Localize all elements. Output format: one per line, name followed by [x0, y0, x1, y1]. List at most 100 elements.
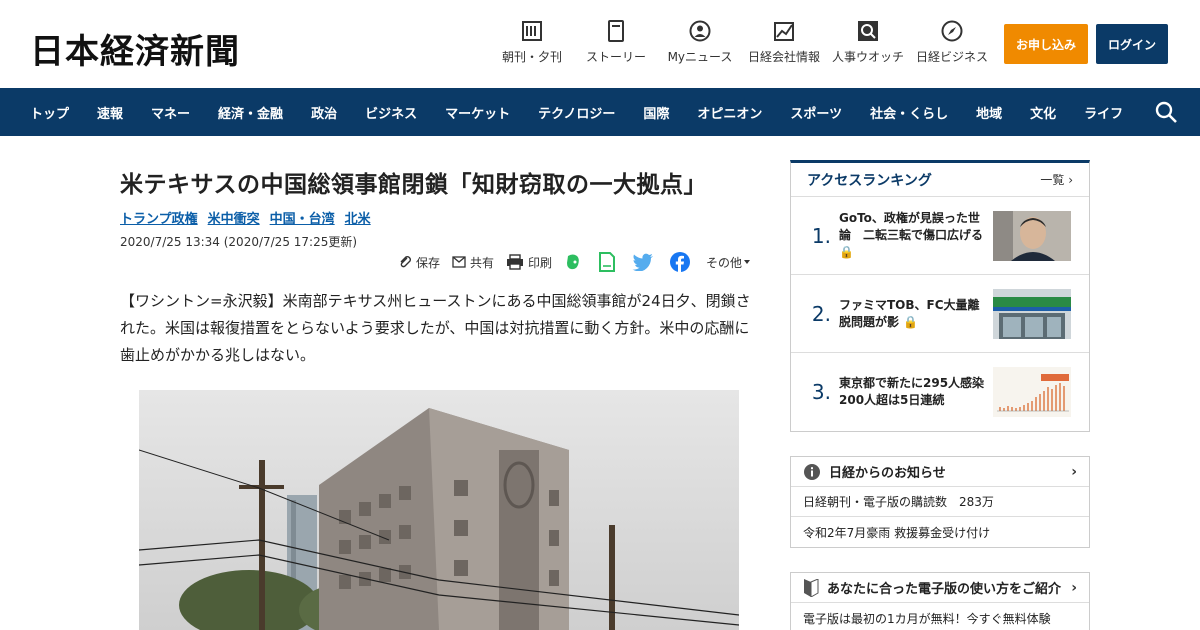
print-label: 印刷: [527, 255, 552, 270]
ranking-title: アクセスランキング: [807, 172, 932, 189]
share-label: 共有: [469, 255, 494, 270]
tag-link[interactable]: トランプ政権: [120, 212, 198, 227]
notice-header[interactable]: 日経からのお知らせ ›: [791, 457, 1089, 487]
header-links: 朝刊・夕刊 ストーリー Myニュース 日経会社情報 人事ウオッチ 日経ビジネス: [490, 20, 994, 65]
facebook-button[interactable]: [669, 252, 694, 272]
lock-icon: 🔒: [839, 245, 854, 259]
site-header: 日本経済新聞 朝刊・夕刊 ストーリー Myニュース 日経会社情報 人事ウオッチ …: [0, 0, 1200, 88]
notice-title: 日経からのお知らせ: [829, 466, 946, 481]
ranking-number: 1.: [811, 223, 831, 248]
nikkei-notice: 日経からのお知らせ › 日経朝刊・電子版の購読数 283万 令和2年7月豪雨 救…: [790, 456, 1090, 548]
nav-item[interactable]: マネー: [151, 103, 190, 122]
search-icon[interactable]: [1154, 100, 1178, 124]
digital-guide: あなたに合った電子版の使い方をご紹介 › 電子版は最初の1カ月が無料！今すぐ無料…: [790, 572, 1090, 630]
chevron-right-icon: ›: [1068, 173, 1073, 187]
nav-item[interactable]: 政治: [311, 103, 337, 122]
infection-chart-image: [993, 367, 1071, 417]
beginner-mark-icon: [804, 578, 819, 597]
user-icon: [689, 20, 711, 42]
clip-icon: [400, 256, 411, 268]
save-button[interactable]: 保存: [398, 254, 440, 271]
lock-icon: 🔒: [903, 314, 919, 329]
notice-row[interactable]: 令和2年7月豪雨 救援募金受け付け: [791, 517, 1089, 547]
familymart-store-image: [993, 289, 1071, 339]
header-link-business[interactable]: 日経ビジネス: [910, 20, 994, 65]
header-link-label: 日経会社情報: [747, 50, 820, 64]
article: 米テキサスの中国総領事館閉鎖「知財窃取の一大拠点」 トランプ政権 米中衝突 中国・台…: [120, 160, 760, 272]
ranking-thumbnail: [993, 211, 1071, 261]
ranking-headline-text: GoTo、政権が見誤った世論 二転三転で傷口広げる: [839, 211, 984, 242]
newspaper-icon: [522, 21, 542, 41]
ranking-more-link[interactable]: 一覧 ›: [1040, 171, 1073, 188]
ranking-number: 3.: [811, 380, 831, 404]
mail-icon: [452, 256, 466, 268]
access-ranking: アクセスランキング 一覧 › 1. GoTo、政権が見誤った世論 二転三転で傷口…: [790, 160, 1090, 432]
header-link-label: 朝刊・夕刊: [501, 50, 562, 64]
ranking-headline-text: 東京都で新たに295人感染 200人超は5日連続: [839, 376, 997, 407]
nav-item[interactable]: ビジネス: [365, 103, 417, 122]
guide-title: あなたに合った電子版の使い方をご紹介: [827, 582, 1062, 597]
chevron-right-icon: ›: [1071, 463, 1077, 480]
consulate-building-image: [139, 390, 739, 630]
article-lead: 【ワシントン=永沢毅】米南部テキサス州ヒューストンにある中国総領事館が24日夕、…: [120, 292, 751, 364]
header-link-paper[interactable]: 朝刊・夕刊: [490, 20, 574, 65]
ranking-headline: ファミマTOB、FC大量離脱問題が影 🔒: [837, 297, 987, 331]
save-label: 保存: [415, 255, 440, 270]
header-link-story[interactable]: ストーリー: [574, 20, 658, 65]
more-label: その他: [705, 255, 742, 270]
ranking-item[interactable]: 1. GoTo、政権が見誤った世論 二転三転で傷口広げる 🔒: [791, 197, 1089, 275]
more-button[interactable]: その他: [706, 254, 756, 271]
tag-link[interactable]: 北米: [345, 212, 371, 227]
evernote-button[interactable]: [564, 253, 586, 271]
apply-button[interactable]: お申し込み: [1004, 24, 1088, 64]
nav-item[interactable]: 経済・金融: [218, 103, 283, 122]
nav-item[interactable]: ライフ: [1084, 103, 1123, 122]
site-logo[interactable]: 日本経済新聞: [30, 24, 240, 73]
ranking-item[interactable]: 2. ファミマTOB、FC大量離脱問題が影 🔒: [791, 275, 1089, 353]
facebook-icon: [669, 252, 690, 272]
notice-row[interactable]: 日経朝刊・電子版の購読数 283万: [791, 487, 1089, 517]
nav-item[interactable]: トップ: [30, 103, 69, 122]
article-photo[interactable]: [139, 390, 739, 630]
evernote-icon: [566, 254, 579, 270]
share-button[interactable]: 共有: [452, 254, 494, 271]
story-icon: [608, 20, 624, 42]
twitter-icon: [632, 253, 653, 271]
info-icon: [804, 463, 820, 480]
ranking-number: 2.: [811, 301, 831, 326]
nav-item[interactable]: テクノロジー: [538, 103, 615, 122]
nav-item[interactable]: 社会・くらし: [870, 103, 948, 122]
nav-item[interactable]: スポーツ: [790, 103, 842, 122]
nav-item[interactable]: 国際: [643, 103, 669, 122]
ranking-thumbnail: [993, 367, 1071, 417]
guide-header[interactable]: あなたに合った電子版の使い方をご紹介 ›: [791, 573, 1089, 603]
article-tags: トランプ政権 米中衝突 中国・台湾 北米: [120, 208, 760, 227]
guide-row[interactable]: 電子版は最初の1カ月が無料！今すぐ無料体験: [791, 603, 1089, 630]
nav-item[interactable]: 文化: [1030, 103, 1056, 122]
caret-down-icon: [744, 260, 750, 264]
ranking-more-label: 一覧: [1040, 173, 1065, 187]
header-link-company[interactable]: 日経会社情報: [742, 20, 826, 65]
ranking-headline: GoTo、政権が見誤った世論 二転三転で傷口広げる 🔒: [837, 210, 987, 261]
nav-item[interactable]: 地域: [976, 103, 1002, 122]
nav-item[interactable]: マーケット: [445, 103, 510, 122]
ranking-item[interactable]: 3. 東京都で新たに295人感染 200人超は5日連続: [791, 353, 1089, 431]
article-tools: 保存 共有 印刷 その他: [386, 252, 756, 272]
note-button[interactable]: [598, 252, 620, 272]
twitter-button[interactable]: [632, 253, 658, 271]
header-link-label: Myニュース: [667, 50, 733, 64]
chart-icon: [774, 22, 794, 41]
tag-link[interactable]: 米中衝突: [208, 212, 260, 227]
print-button[interactable]: 印刷: [506, 254, 552, 271]
login-button[interactable]: ログイン: [1096, 24, 1168, 64]
print-icon: [506, 254, 523, 270]
article-title: 米テキサスの中国総領事館閉鎖「知財窃取の一大拠点」: [120, 172, 708, 198]
portrait-image: [993, 211, 1071, 261]
header-link-mynews[interactable]: Myニュース: [658, 20, 742, 65]
nav-item[interactable]: オピニオン: [697, 103, 762, 122]
nav-list: トップ 速報 マネー 経済・金融 政治 ビジネス マーケット テクノロジー 国際 オピニオン スポー…: [0, 88, 1200, 136]
tag-link[interactable]: 中国・台湾: [270, 212, 335, 227]
nav-item[interactable]: 速報: [97, 103, 123, 122]
header-link-jinji[interactable]: 人事ウオッチ: [826, 20, 910, 65]
header-link-label: 人事ウオッチ: [831, 50, 904, 64]
